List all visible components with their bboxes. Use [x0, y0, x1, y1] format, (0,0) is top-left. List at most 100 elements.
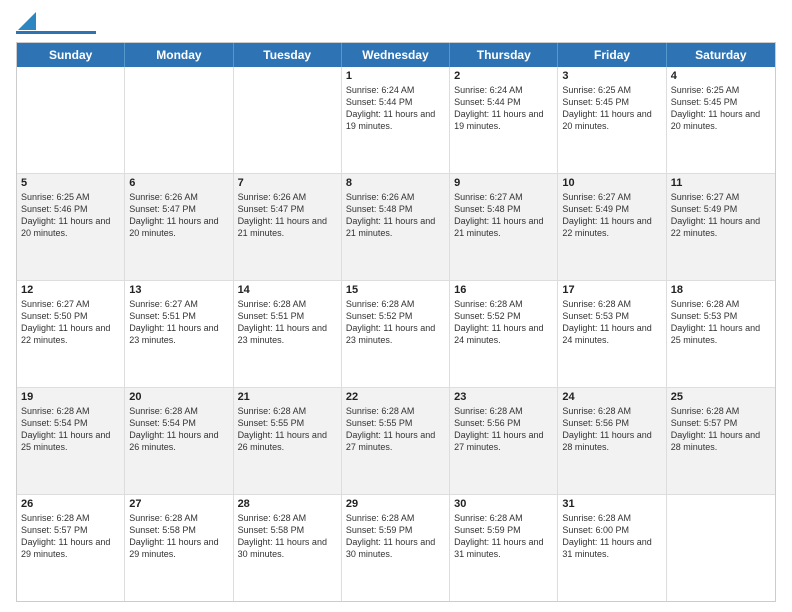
- day-info: Sunrise: 6:26 AM Sunset: 5:48 PM Dayligh…: [346, 191, 445, 240]
- day-info: Sunrise: 6:25 AM Sunset: 5:46 PM Dayligh…: [21, 191, 120, 240]
- day-number: 2: [454, 70, 553, 82]
- calendar-cell: 18 Sunrise: 6:28 AM Sunset: 5:53 PM Dayli…: [667, 281, 775, 387]
- day-info: Sunrise: 6:27 AM Sunset: 5:49 PM Dayligh…: [562, 191, 661, 240]
- day-info: Sunrise: 6:28 AM Sunset: 5:59 PM Dayligh…: [454, 512, 553, 561]
- day-info: Sunrise: 6:25 AM Sunset: 5:45 PM Dayligh…: [671, 84, 771, 133]
- calendar-cell: [125, 67, 233, 173]
- calendar-cell: 5 Sunrise: 6:25 AM Sunset: 5:46 PM Daylig…: [17, 174, 125, 280]
- calendar-cell: 7 Sunrise: 6:26 AM Sunset: 5:47 PM Daylig…: [234, 174, 342, 280]
- day-info: Sunrise: 6:28 AM Sunset: 5:53 PM Dayligh…: [562, 298, 661, 347]
- day-info: Sunrise: 6:28 AM Sunset: 5:53 PM Dayligh…: [671, 298, 771, 347]
- calendar-cell: [17, 67, 125, 173]
- day-number: 30: [454, 498, 553, 510]
- day-number: 20: [129, 391, 228, 403]
- day-number: 29: [346, 498, 445, 510]
- calendar-cell: 27 Sunrise: 6:28 AM Sunset: 5:58 PM Dayli…: [125, 495, 233, 601]
- day-number: 9: [454, 177, 553, 189]
- calendar: SundayMondayTuesdayWednesdayThursdayFrid…: [16, 42, 776, 602]
- day-number: 14: [238, 284, 337, 296]
- header-day-wednesday: Wednesday: [342, 43, 450, 67]
- day-number: 19: [21, 391, 120, 403]
- day-number: 18: [671, 284, 771, 296]
- calendar-cell: 28Sunrise: 6:28 AM Sunset: 5:58 PM Dayli…: [234, 495, 342, 601]
- day-number: 1: [346, 70, 445, 82]
- calendar-cell: 29 Sunrise: 6:28 AM Sunset: 5:59 PM Dayli…: [342, 495, 450, 601]
- calendar-cell: 21 Sunrise: 6:28 AM Sunset: 5:55 PM Dayli…: [234, 388, 342, 494]
- calendar-cell: 15Sunrise: 6:28 AM Sunset: 5:52 PM Dayli…: [342, 281, 450, 387]
- calendar-cell: 25 Sunrise: 6:28 AM Sunset: 5:57 PM Dayli…: [667, 388, 775, 494]
- day-info: Sunrise: 6:27 AM Sunset: 5:49 PM Dayligh…: [671, 191, 771, 240]
- day-info: Sunrise: 6:28 AM Sunset: 5:52 PM Dayligh…: [454, 298, 553, 347]
- calendar-row-5: 26Sunrise: 6:28 AM Sunset: 5:57 PM Dayli…: [17, 494, 775, 601]
- calendar-cell: [234, 67, 342, 173]
- calendar-cell: 24 Sunrise: 6:28 AM Sunset: 5:56 PM Dayli…: [558, 388, 666, 494]
- day-info: Sunrise: 6:28 AM Sunset: 5:55 PM Dayligh…: [346, 405, 445, 454]
- day-number: 24: [562, 391, 661, 403]
- day-number: 15: [346, 284, 445, 296]
- day-info: Sunrise: 6:28 AM Sunset: 5:56 PM Dayligh…: [562, 405, 661, 454]
- day-number: 8: [346, 177, 445, 189]
- calendar-row-1: 1 Sunrise: 6:24 AM Sunset: 5:44 PM Daylig…: [17, 67, 775, 173]
- day-number: 17: [562, 284, 661, 296]
- calendar-row-4: 19 Sunrise: 6:28 AM Sunset: 5:54 PM Dayli…: [17, 387, 775, 494]
- day-number: 11: [671, 177, 771, 189]
- day-number: 21: [238, 391, 337, 403]
- day-number: 4: [671, 70, 771, 82]
- day-number: 25: [671, 391, 771, 403]
- logo: [16, 16, 96, 34]
- day-info: Sunrise: 6:28 AM Sunset: 5:54 PM Dayligh…: [129, 405, 228, 454]
- calendar-cell: 1Sunrise: 6:24 AM Sunset: 5:44 PM Daylig…: [342, 67, 450, 173]
- calendar-cell: 13 Sunrise: 6:27 AM Sunset: 5:51 PM Dayli…: [125, 281, 233, 387]
- calendar-cell: 11 Sunrise: 6:27 AM Sunset: 5:49 PM Dayli…: [667, 174, 775, 280]
- day-number: 10: [562, 177, 661, 189]
- day-number: 5: [21, 177, 120, 189]
- calendar-row-3: 12Sunrise: 6:27 AM Sunset: 5:50 PM Dayli…: [17, 280, 775, 387]
- day-info: Sunrise: 6:26 AM Sunset: 5:47 PM Dayligh…: [129, 191, 228, 240]
- page: SundayMondayTuesdayWednesdayThursdayFrid…: [0, 0, 792, 612]
- day-info: Sunrise: 6:27 AM Sunset: 5:48 PM Dayligh…: [454, 191, 553, 240]
- calendar-cell: 6Sunrise: 6:26 AM Sunset: 5:47 PM Daylig…: [125, 174, 233, 280]
- day-number: 3: [562, 70, 661, 82]
- calendar-cell: 3 Sunrise: 6:25 AM Sunset: 5:45 PM Daylig…: [558, 67, 666, 173]
- calendar-cell: 9 Sunrise: 6:27 AM Sunset: 5:48 PM Daylig…: [450, 174, 558, 280]
- header-day-saturday: Saturday: [667, 43, 775, 67]
- calendar-cell: 14 Sunrise: 6:28 AM Sunset: 5:51 PM Dayli…: [234, 281, 342, 387]
- logo-icon: [18, 12, 36, 30]
- day-number: 12: [21, 284, 120, 296]
- calendar-cell: [667, 495, 775, 601]
- day-info: Sunrise: 6:27 AM Sunset: 5:51 PM Dayligh…: [129, 298, 228, 347]
- header-day-tuesday: Tuesday: [234, 43, 342, 67]
- calendar-cell: 16 Sunrise: 6:28 AM Sunset: 5:52 PM Dayli…: [450, 281, 558, 387]
- calendar-cell: 2 Sunrise: 6:24 AM Sunset: 5:44 PM Daylig…: [450, 67, 558, 173]
- day-info: Sunrise: 6:28 AM Sunset: 5:58 PM Dayligh…: [238, 512, 337, 561]
- calendar-header: SundayMondayTuesdayWednesdayThursdayFrid…: [17, 43, 775, 67]
- calendar-cell: 23 Sunrise: 6:28 AM Sunset: 5:56 PM Dayli…: [450, 388, 558, 494]
- day-number: 26: [21, 498, 120, 510]
- calendar-cell: 22 Sunrise: 6:28 AM Sunset: 5:55 PM Dayli…: [342, 388, 450, 494]
- calendar-cell: 31Sunrise: 6:28 AM Sunset: 6:00 PM Dayli…: [558, 495, 666, 601]
- day-number: 23: [454, 391, 553, 403]
- day-info: Sunrise: 6:25 AM Sunset: 5:45 PM Dayligh…: [562, 84, 661, 133]
- day-info: Sunrise: 6:28 AM Sunset: 5:57 PM Dayligh…: [671, 405, 771, 454]
- day-info: Sunrise: 6:28 AM Sunset: 5:56 PM Dayligh…: [454, 405, 553, 454]
- day-number: 13: [129, 284, 228, 296]
- day-number: 7: [238, 177, 337, 189]
- calendar-cell: 8 Sunrise: 6:26 AM Sunset: 5:48 PM Daylig…: [342, 174, 450, 280]
- calendar-cell: 26Sunrise: 6:28 AM Sunset: 5:57 PM Dayli…: [17, 495, 125, 601]
- header-day-thursday: Thursday: [450, 43, 558, 67]
- day-info: Sunrise: 6:24 AM Sunset: 5:44 PM Dayligh…: [454, 84, 553, 133]
- calendar-row-2: 5 Sunrise: 6:25 AM Sunset: 5:46 PM Daylig…: [17, 173, 775, 280]
- day-number: 16: [454, 284, 553, 296]
- day-info: Sunrise: 6:28 AM Sunset: 5:59 PM Dayligh…: [346, 512, 445, 561]
- header: [16, 16, 776, 34]
- day-number: 22: [346, 391, 445, 403]
- calendar-cell: 4 Sunrise: 6:25 AM Sunset: 5:45 PM Daylig…: [667, 67, 775, 173]
- day-info: Sunrise: 6:28 AM Sunset: 5:58 PM Dayligh…: [129, 512, 228, 561]
- day-info: Sunrise: 6:28 AM Sunset: 5:51 PM Dayligh…: [238, 298, 337, 347]
- header-day-sunday: Sunday: [17, 43, 125, 67]
- day-number: 27: [129, 498, 228, 510]
- day-info: Sunrise: 6:26 AM Sunset: 5:47 PM Dayligh…: [238, 191, 337, 240]
- day-info: Sunrise: 6:28 AM Sunset: 5:55 PM Dayligh…: [238, 405, 337, 454]
- day-info: Sunrise: 6:28 AM Sunset: 5:54 PM Dayligh…: [21, 405, 120, 454]
- header-day-monday: Monday: [125, 43, 233, 67]
